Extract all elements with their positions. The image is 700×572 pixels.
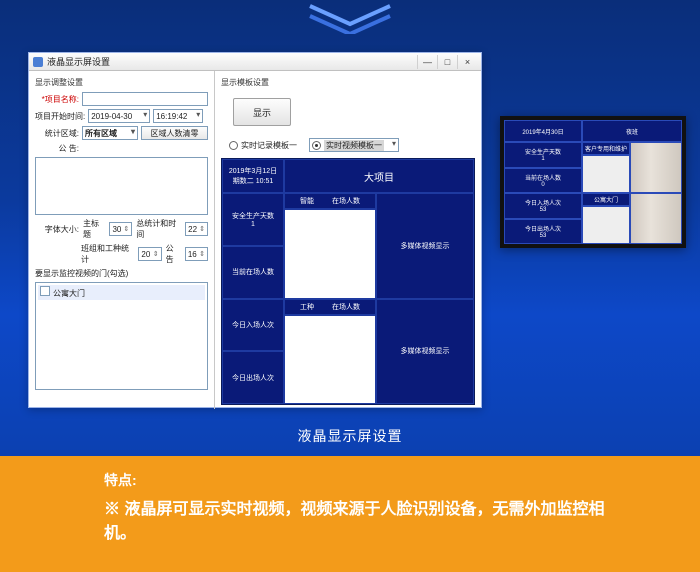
cell-out: 今日出场人次 bbox=[222, 351, 284, 404]
minimize-button[interactable]: — bbox=[417, 55, 437, 69]
cctv-video-feed-1 bbox=[630, 142, 682, 193]
app-icon bbox=[33, 57, 43, 67]
main-title-size-spin[interactable]: 30 bbox=[109, 222, 132, 236]
close-button[interactable]: × bbox=[457, 55, 477, 69]
time-picker[interactable]: 16:19:42 bbox=[153, 109, 203, 123]
show-button[interactable]: 显示 bbox=[233, 98, 291, 126]
cell-date: 2019年3月12日期数二 10:51 bbox=[222, 159, 284, 193]
features-panel: 特点: ※ 液晶屏可显示实时视频，视频来源于人脸识别设备，无需外加监控相机。 bbox=[0, 456, 700, 572]
cell-safe: 安全生产天数1 bbox=[222, 193, 284, 246]
cell-now: 当前在场人数 bbox=[222, 246, 284, 299]
notice-label: 公 告: bbox=[35, 143, 79, 154]
cell-header2: 工种在场人数 bbox=[284, 299, 376, 315]
features-title: 特点: bbox=[104, 470, 610, 490]
cell-media1: 多媒体视频显示 bbox=[376, 193, 474, 299]
team-stat-size-spin[interactable]: 20 bbox=[138, 247, 161, 261]
radio-icon bbox=[312, 141, 321, 150]
door-item: 公寓大门 bbox=[38, 285, 205, 300]
cctv-date: 2019年4月30日 bbox=[504, 120, 582, 142]
right-panel: 显示模板设置 显示 实时记录模板一 实时视频模板一 2019年3月12日期数二 … bbox=[215, 71, 481, 409]
cell-white2 bbox=[284, 315, 376, 405]
cctv-whitebox bbox=[582, 155, 630, 193]
cctv-out: 今日出场人次53 bbox=[504, 219, 582, 245]
left-panel: 显示调整设置 *项目名称: 项目开始时间:2019-04-3016:19:42 … bbox=[29, 71, 215, 409]
cctv-gate: 公寓大门 bbox=[582, 193, 630, 206]
door-checkbox[interactable] bbox=[40, 286, 50, 296]
right-group-label: 显示模板设置 bbox=[221, 77, 475, 88]
main-title-size-label: 主标题 bbox=[83, 218, 105, 240]
cctv-monitor: 2019年4月30日 安全生产天数1 当前在场人数0 今日入场人次53 今日出场… bbox=[500, 116, 686, 248]
notice-size-label: 公告 bbox=[166, 243, 181, 265]
doors-listbox[interactable]: 公寓大门 bbox=[35, 282, 208, 390]
template-radio-record[interactable]: 实时记录模板一 bbox=[229, 140, 297, 151]
lcd-settings-window: 液晶显示屏设置 — □ × 显示调整设置 *项目名称: 项目开始时间:2019-… bbox=[28, 52, 482, 408]
left-group-label: 显示调整设置 bbox=[35, 77, 208, 88]
template-radio-video[interactable]: 实时视频模板一 bbox=[309, 138, 399, 152]
notice-textarea[interactable] bbox=[35, 157, 208, 215]
preview-table: 2019年3月12日期数二 10:51 安全生产天数1 当前在场人数 今日入场人… bbox=[221, 158, 475, 405]
cctv-video-feed-2 bbox=[630, 193, 682, 244]
cell-white1 bbox=[284, 209, 376, 299]
area-clear-button[interactable]: 区域人数清零 bbox=[141, 126, 208, 140]
notice-size-spin[interactable]: 16 bbox=[185, 247, 208, 261]
cctv-hall: 夜班 bbox=[582, 120, 682, 142]
radio-icon bbox=[229, 141, 238, 150]
page-caption: 液晶显示屏设置 bbox=[0, 426, 700, 446]
cctv-in: 今日入场人次53 bbox=[504, 193, 582, 219]
maximize-button[interactable]: □ bbox=[437, 55, 457, 69]
cell-header1: 智能在场人数 bbox=[284, 193, 376, 209]
project-name-label: *项目名称: bbox=[35, 94, 79, 105]
project-name-input[interactable] bbox=[82, 92, 208, 106]
cctv-safe: 安全生产天数1 bbox=[504, 142, 582, 168]
doors-label: 要显示监控视频的门(勾选) bbox=[35, 268, 128, 279]
team-stat-size-label: 班组和工种统计 bbox=[81, 243, 134, 265]
stat-time-size-label: 总统计和时间 bbox=[136, 218, 181, 240]
cctv-whitebox2 bbox=[582, 206, 630, 244]
cctv-unit: 客户专用和维护 bbox=[582, 142, 630, 155]
fontsize-label: 字体大小: bbox=[35, 224, 79, 235]
cell-in: 今日入场人次 bbox=[222, 299, 284, 352]
features-body: ※ 液晶屏可显示实时视频，视频来源于人脸识别设备，无需外加监控相机。 bbox=[104, 498, 610, 546]
cell-project: 大项目 bbox=[284, 159, 474, 193]
titlebar[interactable]: 液晶显示屏设置 — □ × bbox=[29, 53, 481, 71]
stat-time-size-spin[interactable]: 22 bbox=[185, 222, 208, 236]
window-title: 液晶显示屏设置 bbox=[47, 55, 110, 68]
area-select[interactable]: 所有区域 bbox=[82, 126, 138, 140]
cell-media2: 多媒体视频显示 bbox=[376, 299, 474, 405]
start-date-label: 项目开始时间: bbox=[35, 111, 85, 122]
date-picker[interactable]: 2019-04-30 bbox=[88, 109, 150, 123]
area-label: 统计区域: bbox=[35, 128, 79, 139]
cctv-now: 当前在场人数0 bbox=[504, 168, 582, 194]
